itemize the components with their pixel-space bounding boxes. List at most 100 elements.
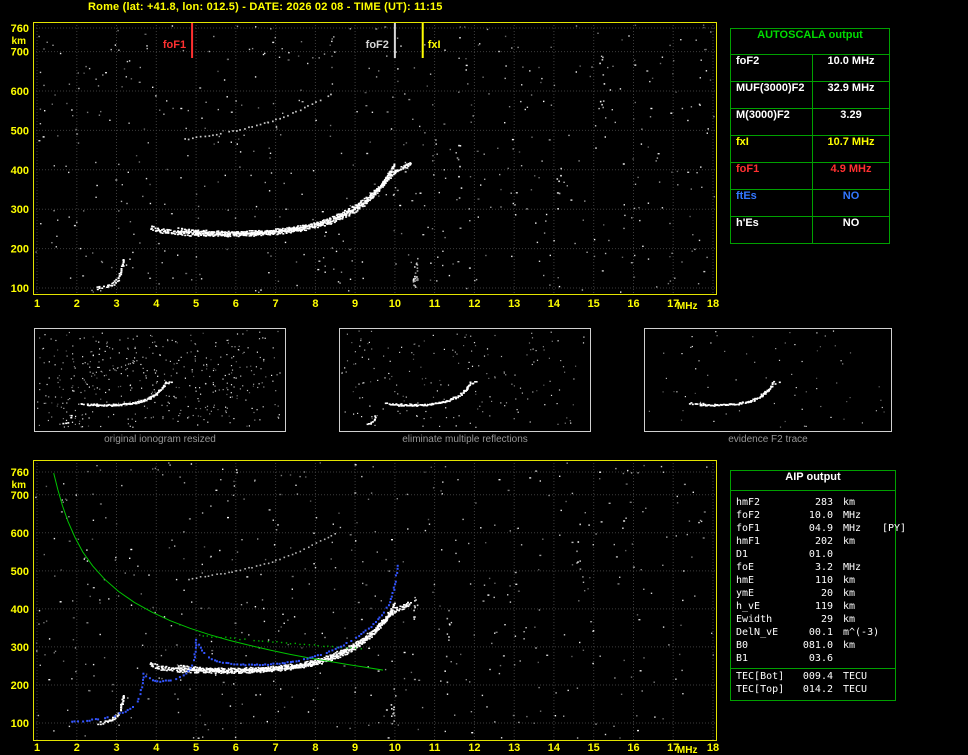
aip-val: 29 xyxy=(820,614,833,625)
svg-text:3: 3 xyxy=(113,298,119,310)
svg-text:8: 8 xyxy=(312,298,318,310)
aip-extra xyxy=(880,536,890,549)
svg-text:100: 100 xyxy=(11,718,29,730)
aip-unit: km xyxy=(843,601,856,612)
aip-extra xyxy=(880,627,890,640)
aip-label: foF1 xyxy=(736,523,761,534)
autoscala-row-value: 10.0 MHz xyxy=(827,55,875,67)
aip-extra xyxy=(880,653,890,666)
aip-row-foF2: foF2 10.0 MHz xyxy=(731,510,895,523)
aip-unit: km xyxy=(843,536,856,547)
aip-row-TEC[Bot]: TEC[Bot] 009.4 TECU xyxy=(731,671,895,684)
ionogram-chart-top: foF1 foF2 fxI1 2 3 4 5 6 7 8 9 10 11 12 13 14 15 16 17 1876… xyxy=(11,22,719,312)
aip-extra xyxy=(880,549,890,562)
aip-extra xyxy=(880,601,890,614)
svg-text:MHz: MHz xyxy=(677,745,698,755)
aip-unit xyxy=(836,653,880,666)
svg-text:700: 700 xyxy=(11,47,29,59)
aip-unit: km xyxy=(843,640,856,651)
svg-text:500: 500 xyxy=(11,125,29,137)
aip-label: B1 xyxy=(736,653,749,664)
aip-val: 00.1 xyxy=(808,627,833,638)
aip-row-D1: D1 01.0 xyxy=(731,549,895,562)
svg-text:18: 18 xyxy=(707,298,719,310)
autoscala-row-value: NO xyxy=(842,190,860,202)
svg-text:1: 1 xyxy=(34,298,40,310)
svg-text:5: 5 xyxy=(193,298,199,310)
autoscala-row-value: 32.9 MHz xyxy=(827,82,875,94)
aip-label: hmE xyxy=(736,575,755,586)
aip-label: foE xyxy=(736,562,755,573)
aip-val: 081.0 xyxy=(802,640,833,651)
svg-text:10: 10 xyxy=(389,742,401,754)
marker-fxI-label: fxI xyxy=(428,39,441,51)
autoscala-row-label: ftEs xyxy=(731,190,813,216)
svg-text:16: 16 xyxy=(627,742,639,754)
aip-val: 20 xyxy=(820,588,833,599)
svg-text:12: 12 xyxy=(468,298,480,310)
svg-text:200: 200 xyxy=(11,680,29,692)
svg-text:13: 13 xyxy=(508,742,520,754)
marker-foF2-label: foF2 xyxy=(366,39,389,51)
svg-text:4: 4 xyxy=(153,742,160,754)
svg-text:7: 7 xyxy=(273,742,279,754)
autoscala-window: Rome (lat: +41.8, lon: 012.5) - DATE: 20… xyxy=(0,0,968,755)
aip-extra xyxy=(880,671,890,684)
svg-text:14: 14 xyxy=(548,742,561,754)
aip-table-body: hmF2 283 km foF2 10.0 MHz foF1 04.9 MHz [PY] hmF1 2… xyxy=(731,491,906,668)
svg-text:760: 760 xyxy=(11,23,29,35)
autoscala-row-label: h'Es xyxy=(731,217,813,243)
svg-text:16: 16 xyxy=(627,298,639,310)
thumbnail-filtered-image xyxy=(341,330,585,428)
svg-text:15: 15 xyxy=(588,298,600,310)
aip-table: AIP output hmF2 283 km foF2 10.0 MHz foF1 04.9 M… xyxy=(730,470,906,701)
autoscala-row-value: NO xyxy=(842,217,860,229)
aip-extra xyxy=(880,562,890,575)
aip-label: D1 xyxy=(736,549,749,560)
svg-text:500: 500 xyxy=(11,566,29,578)
aip-unit: TECU xyxy=(843,684,868,695)
autoscala-row-value: 10.7 MHz xyxy=(827,136,875,148)
aip-label: B0 xyxy=(736,640,749,651)
aip-extra xyxy=(880,614,890,627)
autoscala-table-body: foF2 10.0 MHz MUF(3000)F2 32.9 MHz M(3000)F2… xyxy=(731,54,889,243)
aip-unit: MHz xyxy=(843,523,862,534)
aip-table-header: AIP output xyxy=(731,471,895,491)
aip-row-ymE: ymE 20 km xyxy=(731,588,895,601)
autoscala-row-M(3000)F2: M(3000)F2 3.29 xyxy=(731,108,889,135)
autoscala-table: AUTOSCALA output foF2 10.0 MHz MUF(3000)F2… xyxy=(730,28,890,244)
aip-label: TEC[Bot] xyxy=(736,671,785,682)
aip-unit: km xyxy=(843,497,856,508)
aip-extra: [PY] xyxy=(882,523,907,534)
svg-text:6: 6 xyxy=(233,298,239,310)
aip-row-TEC[Top]: TEC[Top] 014.2 TECU xyxy=(731,684,895,697)
aip-row-foF1: foF1 04.9 MHz [PY] xyxy=(731,523,906,536)
svg-text:100: 100 xyxy=(11,283,29,295)
thumbnail-caption-1: original ionogram resized xyxy=(104,434,216,445)
aip-row-Ewidth: Ewidth 29 km xyxy=(731,614,895,627)
thumbnail-f2-trace-image xyxy=(648,330,885,428)
aip-row-hmF1: hmF1 202 km xyxy=(731,536,895,549)
aip-unit: MHz xyxy=(843,562,862,573)
aip-extra xyxy=(880,575,890,588)
window-title: Rome (lat: +41.8, lon: 012.5) - DATE: 20… xyxy=(88,1,443,13)
svg-text:2: 2 xyxy=(74,298,80,310)
thumbnail-original xyxy=(34,328,286,432)
svg-text:5: 5 xyxy=(193,742,199,754)
aip-unit: TECU xyxy=(843,671,868,682)
autoscala-table-header: AUTOSCALA output xyxy=(757,29,863,41)
svg-text:1: 1 xyxy=(34,742,40,754)
aip-label: DelN_vE xyxy=(736,627,779,638)
autoscala-row-value: 4.9 MHz xyxy=(830,163,872,175)
aip-label: hmF1 xyxy=(736,536,761,547)
aip-val: 10.0 xyxy=(808,510,833,521)
aip-label: hmF2 xyxy=(736,497,761,508)
aip-row-hmF2: hmF2 283 km xyxy=(731,497,895,510)
aip-extra xyxy=(880,640,890,653)
svg-text:11: 11 xyxy=(429,298,441,310)
thumbnail-filtered xyxy=(339,328,591,432)
autoscala-row-fxI: fxI 10.7 MHz xyxy=(731,135,889,162)
svg-text:300: 300 xyxy=(11,204,29,216)
svg-text:15: 15 xyxy=(588,742,600,754)
autoscala-row-h'Es: h'Es NO xyxy=(731,216,889,243)
